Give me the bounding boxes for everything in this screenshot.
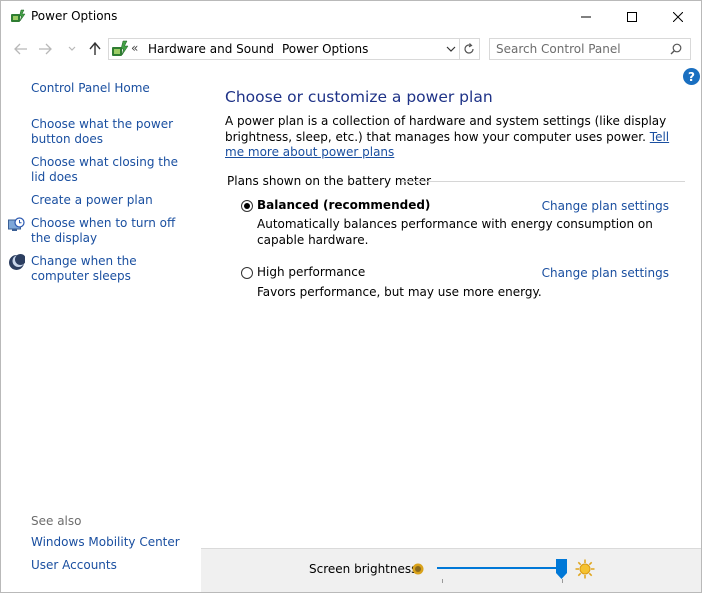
high-performance-plan-description: Favors performance, but may use more ene…	[257, 285, 542, 299]
refresh-button[interactable]	[461, 41, 477, 57]
search-box[interactable]	[489, 38, 691, 60]
minimize-button[interactable]	[563, 1, 609, 32]
search-input[interactable]	[496, 41, 661, 57]
turn-off-display-link[interactable]: Choose when to turn off the display	[31, 216, 191, 246]
description-text: A power plan is a collection of hardware…	[225, 114, 667, 144]
screen-brightness-label: Screen brightness:	[309, 562, 422, 576]
maximize-button[interactable]	[609, 1, 655, 32]
control-panel-home-link[interactable]: Control Panel Home	[31, 81, 199, 96]
high-performance-plan-radio[interactable]	[241, 267, 253, 279]
computer-sleeps-link[interactable]: Change when the computer sleeps	[31, 254, 191, 284]
arrow-up-icon	[89, 42, 101, 55]
recent-locations-button[interactable]	[64, 41, 80, 57]
arrow-right-icon	[39, 43, 52, 55]
refresh-icon	[464, 43, 474, 54]
close-icon	[673, 11, 683, 22]
brightness-bar: Screen brightness:	[201, 548, 701, 592]
balanced-plan-name[interactable]: Balanced (recommended)	[257, 198, 430, 212]
section-divider	[402, 181, 685, 182]
title-bar[interactable]: Power Options	[1, 1, 701, 32]
dim-sun-icon	[412, 563, 424, 575]
power-options-icon	[11, 9, 26, 22]
address-bar[interactable]: « Hardware and Sound › Power Options	[108, 38, 480, 60]
chevron-down-icon	[446, 46, 456, 52]
high-performance-plan-name[interactable]: High performance	[257, 265, 365, 279]
brightness-tick	[562, 579, 563, 583]
brightness-slider-fill	[437, 567, 562, 569]
user-accounts-link[interactable]: User Accounts	[31, 558, 199, 573]
breadcrumb-separator[interactable]: ›	[266, 41, 270, 54]
forward-button[interactable]	[37, 41, 53, 57]
power-button-link[interactable]: Choose what the power button does	[31, 117, 199, 147]
page-title: Choose or customize a power plan	[225, 88, 493, 106]
page-description: A power plan is a collection of hardware…	[225, 114, 680, 161]
address-divider	[459, 39, 460, 59]
breadcrumb-overflow[interactable]: «	[131, 41, 138, 55]
up-button[interactable]	[87, 41, 103, 57]
left-pane: Control Panel Home Choose what the power…	[1, 63, 201, 592]
brightness-slider-track[interactable]	[437, 567, 567, 569]
maximize-icon	[627, 11, 637, 22]
help-icon[interactable]: ?	[683, 68, 700, 85]
brightness-tick	[442, 579, 443, 583]
create-power-plan-link[interactable]: Create a power plan	[31, 193, 199, 208]
bright-sun-icon	[575, 559, 595, 579]
closing-lid-link[interactable]: Choose what closing the lid does	[31, 155, 189, 185]
chevron-down-icon	[68, 46, 76, 51]
brightness-slider-thumb[interactable]	[556, 559, 568, 579]
search-icon	[670, 43, 682, 55]
breadcrumb-hardware-and-sound[interactable]: Hardware and Sound	[148, 42, 274, 56]
close-button[interactable]	[655, 1, 701, 32]
balanced-plan-radio[interactable]	[241, 200, 253, 212]
balanced-change-settings-link[interactable]: Change plan settings	[542, 199, 669, 213]
power-options-window: Power Options « Hardware and Sound › Pow…	[0, 0, 702, 593]
section-label: Plans shown on the battery meter	[227, 174, 432, 188]
balanced-plan-description: Automatically balances performance with …	[257, 217, 653, 247]
navigation-bar: « Hardware and Sound › Power Options	[1, 35, 701, 63]
search-button[interactable]	[668, 41, 684, 57]
address-dropdown-button[interactable]	[445, 42, 457, 56]
see-also-label: See also	[31, 514, 82, 528]
windows-mobility-center-link[interactable]: Windows Mobility Center	[31, 535, 199, 550]
moon-icon	[9, 254, 25, 270]
minimize-icon	[581, 16, 591, 17]
breadcrumb-power-options[interactable]: Power Options	[282, 42, 368, 56]
high-performance-change-settings-link[interactable]: Change plan settings	[542, 266, 669, 280]
window-title: Power Options	[31, 9, 118, 23]
display-clock-icon	[8, 217, 25, 231]
back-button[interactable]	[13, 41, 29, 57]
arrow-left-icon	[14, 43, 27, 55]
power-options-icon	[112, 40, 129, 56]
